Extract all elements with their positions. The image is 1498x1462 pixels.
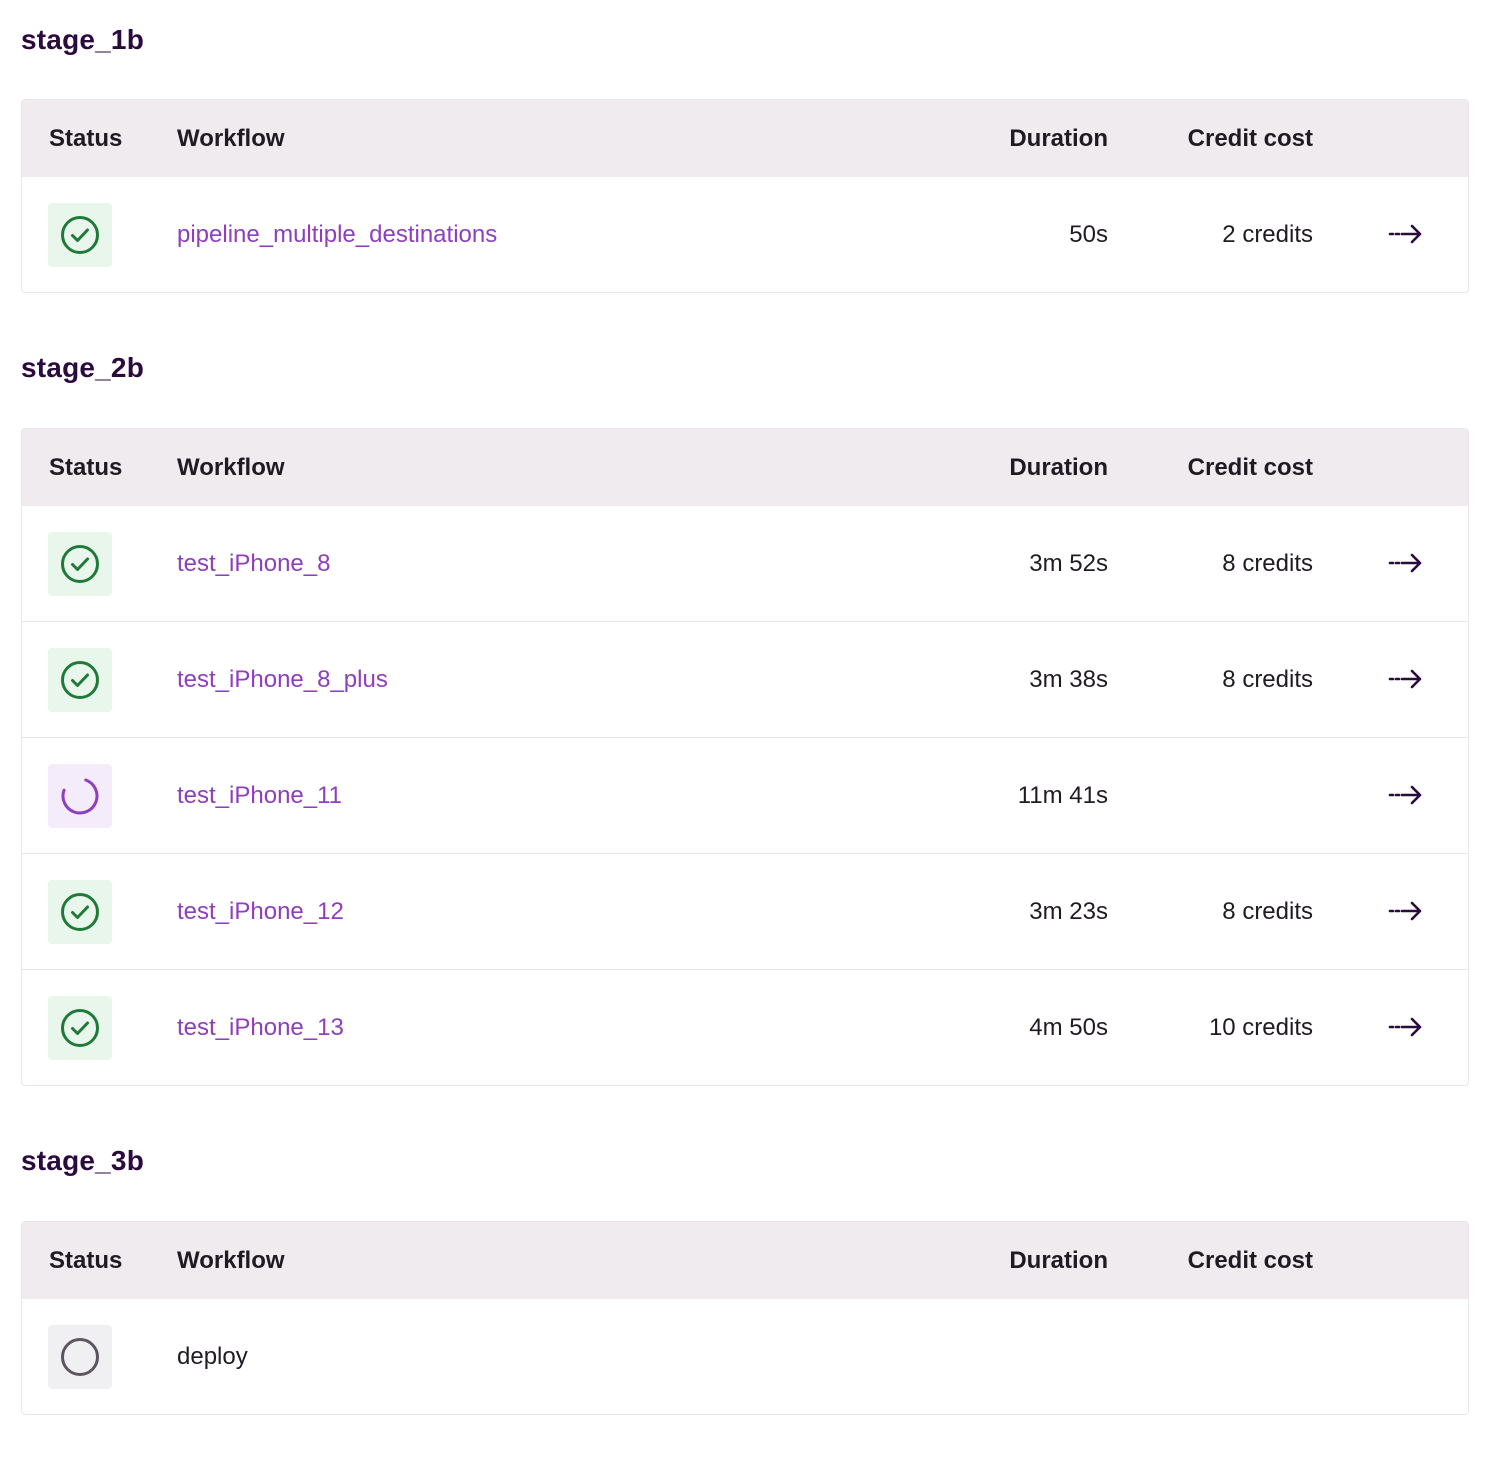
table-row: test_iPhone_12 3m 23s 8 credits bbox=[22, 853, 1468, 969]
status-badge bbox=[48, 764, 112, 828]
column-header-credit-cost: Credit cost bbox=[1187, 1247, 1313, 1274]
table-header: Status Workflow Duration Credit cost bbox=[22, 429, 1468, 506]
table-body: test_iPhone_8 3m 52s 8 credits test_iPho… bbox=[22, 506, 1468, 1085]
workflow-name: deploy bbox=[177, 1343, 248, 1370]
column-header-workflow: Workflow bbox=[177, 1247, 285, 1274]
credit-cost-value: 8 credits bbox=[1222, 666, 1313, 693]
open-workflow-arrow-icon[interactable] bbox=[1388, 663, 1424, 695]
stage-section: stage_2b Status Workflow Duration Credit… bbox=[21, 348, 1469, 1086]
stage-title: stage_1b bbox=[21, 24, 144, 55]
table-row: deploy bbox=[22, 1299, 1468, 1414]
check-circle-icon bbox=[61, 216, 99, 254]
workflow-link[interactable]: test_iPhone_8_plus bbox=[177, 622, 388, 737]
check-circle-icon bbox=[61, 893, 99, 931]
column-header-workflow: Workflow bbox=[177, 125, 285, 152]
empty-circle-icon bbox=[61, 1338, 99, 1376]
credit-cost-value: 10 credits bbox=[1208, 1014, 1313, 1041]
workflow-link[interactable]: test_iPhone_13 bbox=[177, 970, 344, 1085]
open-workflow-arrow-icon[interactable] bbox=[1388, 547, 1424, 579]
open-workflow-arrow-icon[interactable] bbox=[1388, 779, 1424, 811]
column-header-credit-cost: Credit cost bbox=[1187, 454, 1313, 481]
table-row: test_iPhone_8 3m 52s 8 credits bbox=[22, 506, 1468, 621]
check-circle-icon bbox=[61, 661, 99, 699]
table-row: test_iPhone_13 4m 50s 10 credits bbox=[22, 969, 1468, 1085]
check-circle-icon bbox=[61, 1009, 99, 1047]
workflow-table: Status Workflow Duration Credit cost dep… bbox=[21, 1221, 1469, 1415]
stage-section: stage_3b Status Workflow Duration Credit… bbox=[21, 1141, 1469, 1415]
spinner-icon bbox=[61, 778, 99, 815]
status-badge bbox=[48, 648, 112, 712]
table-header: Status Workflow Duration Credit cost bbox=[22, 1222, 1468, 1299]
table-row: pipeline_multiple_destinations 50s 2 cre… bbox=[22, 177, 1468, 292]
table-body: pipeline_multiple_destinations 50s 2 cre… bbox=[22, 177, 1468, 292]
stage-title: stage_2b bbox=[21, 352, 144, 383]
open-workflow-arrow-icon[interactable] bbox=[1388, 895, 1424, 927]
status-badge bbox=[48, 1325, 112, 1389]
credit-cost-value: 8 credits bbox=[1222, 898, 1313, 925]
column-header-workflow: Workflow bbox=[177, 454, 285, 481]
column-header-status: Status bbox=[49, 1247, 123, 1274]
credit-cost-value: 8 credits bbox=[1222, 550, 1313, 577]
column-header-duration: Duration bbox=[1009, 125, 1108, 152]
open-workflow-arrow-icon[interactable] bbox=[1388, 1011, 1424, 1043]
column-header-status: Status bbox=[49, 454, 123, 481]
stage-title: stage_3b bbox=[21, 1145, 144, 1176]
duration-value: 50s bbox=[1069, 221, 1108, 248]
table-row: test_iPhone_8_plus 3m 38s 8 credits bbox=[22, 621, 1468, 737]
status-badge bbox=[48, 880, 112, 944]
duration-value: 3m 23s bbox=[1029, 898, 1108, 925]
table-body: deploy bbox=[22, 1299, 1468, 1414]
stage-section: stage_1b Status Workflow Duration Credit… bbox=[21, 20, 1469, 293]
workflow-link[interactable]: test_iPhone_8 bbox=[177, 506, 330, 621]
workflow-link[interactable]: test_iPhone_11 bbox=[177, 738, 342, 853]
workflow-link[interactable]: test_iPhone_12 bbox=[177, 854, 344, 969]
duration-value: 4m 50s bbox=[1029, 1014, 1108, 1041]
duration-value: 3m 38s bbox=[1029, 666, 1108, 693]
duration-value: 11m 41s bbox=[1017, 782, 1108, 809]
column-header-credit-cost: Credit cost bbox=[1187, 125, 1313, 152]
duration-value: 3m 52s bbox=[1029, 550, 1108, 577]
workflow-table: Status Workflow Duration Credit cost tes… bbox=[21, 428, 1469, 1086]
status-badge bbox=[48, 203, 112, 267]
table-header: Status Workflow Duration Credit cost bbox=[22, 100, 1468, 177]
table-row: test_iPhone_11 11m 41s bbox=[22, 737, 1468, 853]
column-header-duration: Duration bbox=[1009, 1247, 1108, 1274]
column-header-duration: Duration bbox=[1009, 454, 1108, 481]
credit-cost-value: 2 credits bbox=[1222, 221, 1313, 248]
open-workflow-arrow-icon[interactable] bbox=[1388, 218, 1424, 250]
status-badge bbox=[48, 996, 112, 1060]
workflow-link[interactable]: pipeline_multiple_destinations bbox=[177, 177, 497, 292]
column-header-status: Status bbox=[49, 125, 123, 152]
workflow-table: Status Workflow Duration Credit cost pip… bbox=[21, 99, 1469, 293]
status-badge bbox=[48, 532, 112, 596]
check-circle-icon bbox=[61, 545, 99, 583]
